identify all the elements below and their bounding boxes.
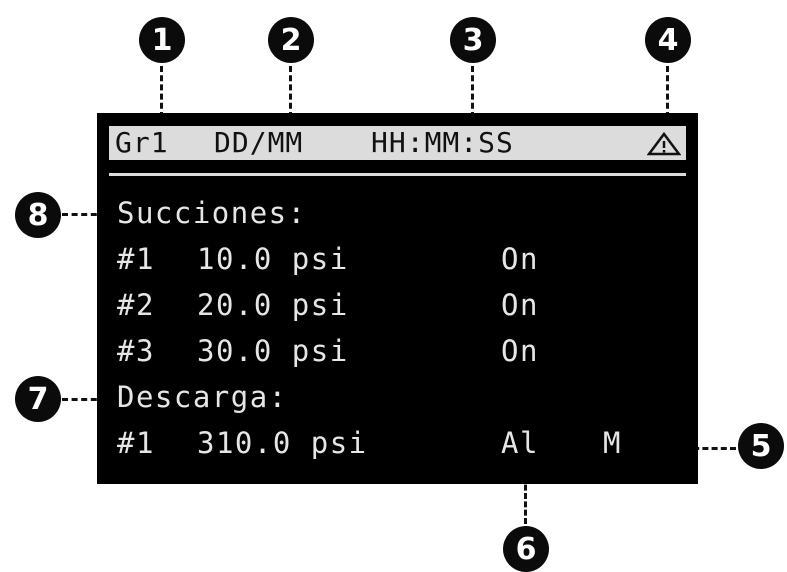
callout-4: 4 (645, 17, 691, 63)
callout-2-leader (289, 66, 292, 118)
suction-2-value: 20.0 psi (197, 288, 349, 322)
callout-1-leader (160, 66, 163, 118)
group-label: Gr1 (115, 126, 169, 159)
suction-2-id: #2 (117, 288, 155, 322)
callout-3: 3 (450, 17, 496, 63)
suction-2-state: On (501, 288, 539, 322)
discharge-1-value: 310.0 psi (197, 426, 368, 460)
suction-3-id: #3 (117, 334, 155, 368)
suction-1-value: 10.0 psi (197, 242, 349, 276)
discharge-1-mode: M (603, 426, 622, 460)
suction-title: Succiones: (117, 196, 307, 230)
suction-1-state: On (501, 242, 539, 276)
date-label: DD/MM (214, 126, 304, 159)
callout-1: 1 (139, 17, 185, 63)
callout-6: 6 (503, 526, 549, 572)
callout-4-leader (666, 66, 669, 118)
callout-3-leader (471, 66, 474, 118)
callout-7: 7 (15, 376, 61, 422)
header-separator (109, 173, 686, 176)
status-bar: Gr1 DD/MM HH:MM:SS (109, 126, 686, 160)
callout-5: 5 (738, 423, 784, 469)
suction-3-state: On (501, 334, 539, 368)
suction-1-id: #1 (117, 242, 155, 276)
time-label: HH:MM:SS (371, 126, 514, 159)
suction-3-value: 30.0 psi (197, 334, 349, 368)
callout-8: 8 (15, 192, 61, 238)
discharge-title: Descarga: (117, 380, 288, 414)
discharge-1-id: #1 (117, 426, 155, 460)
warning-triangle-icon (646, 131, 682, 165)
discharge-1-state: Al (501, 426, 539, 460)
callout-2: 2 (268, 17, 314, 63)
lcd-screen: Gr1 DD/MM HH:MM:SS Succiones: #1 10.0 ps… (97, 113, 698, 484)
